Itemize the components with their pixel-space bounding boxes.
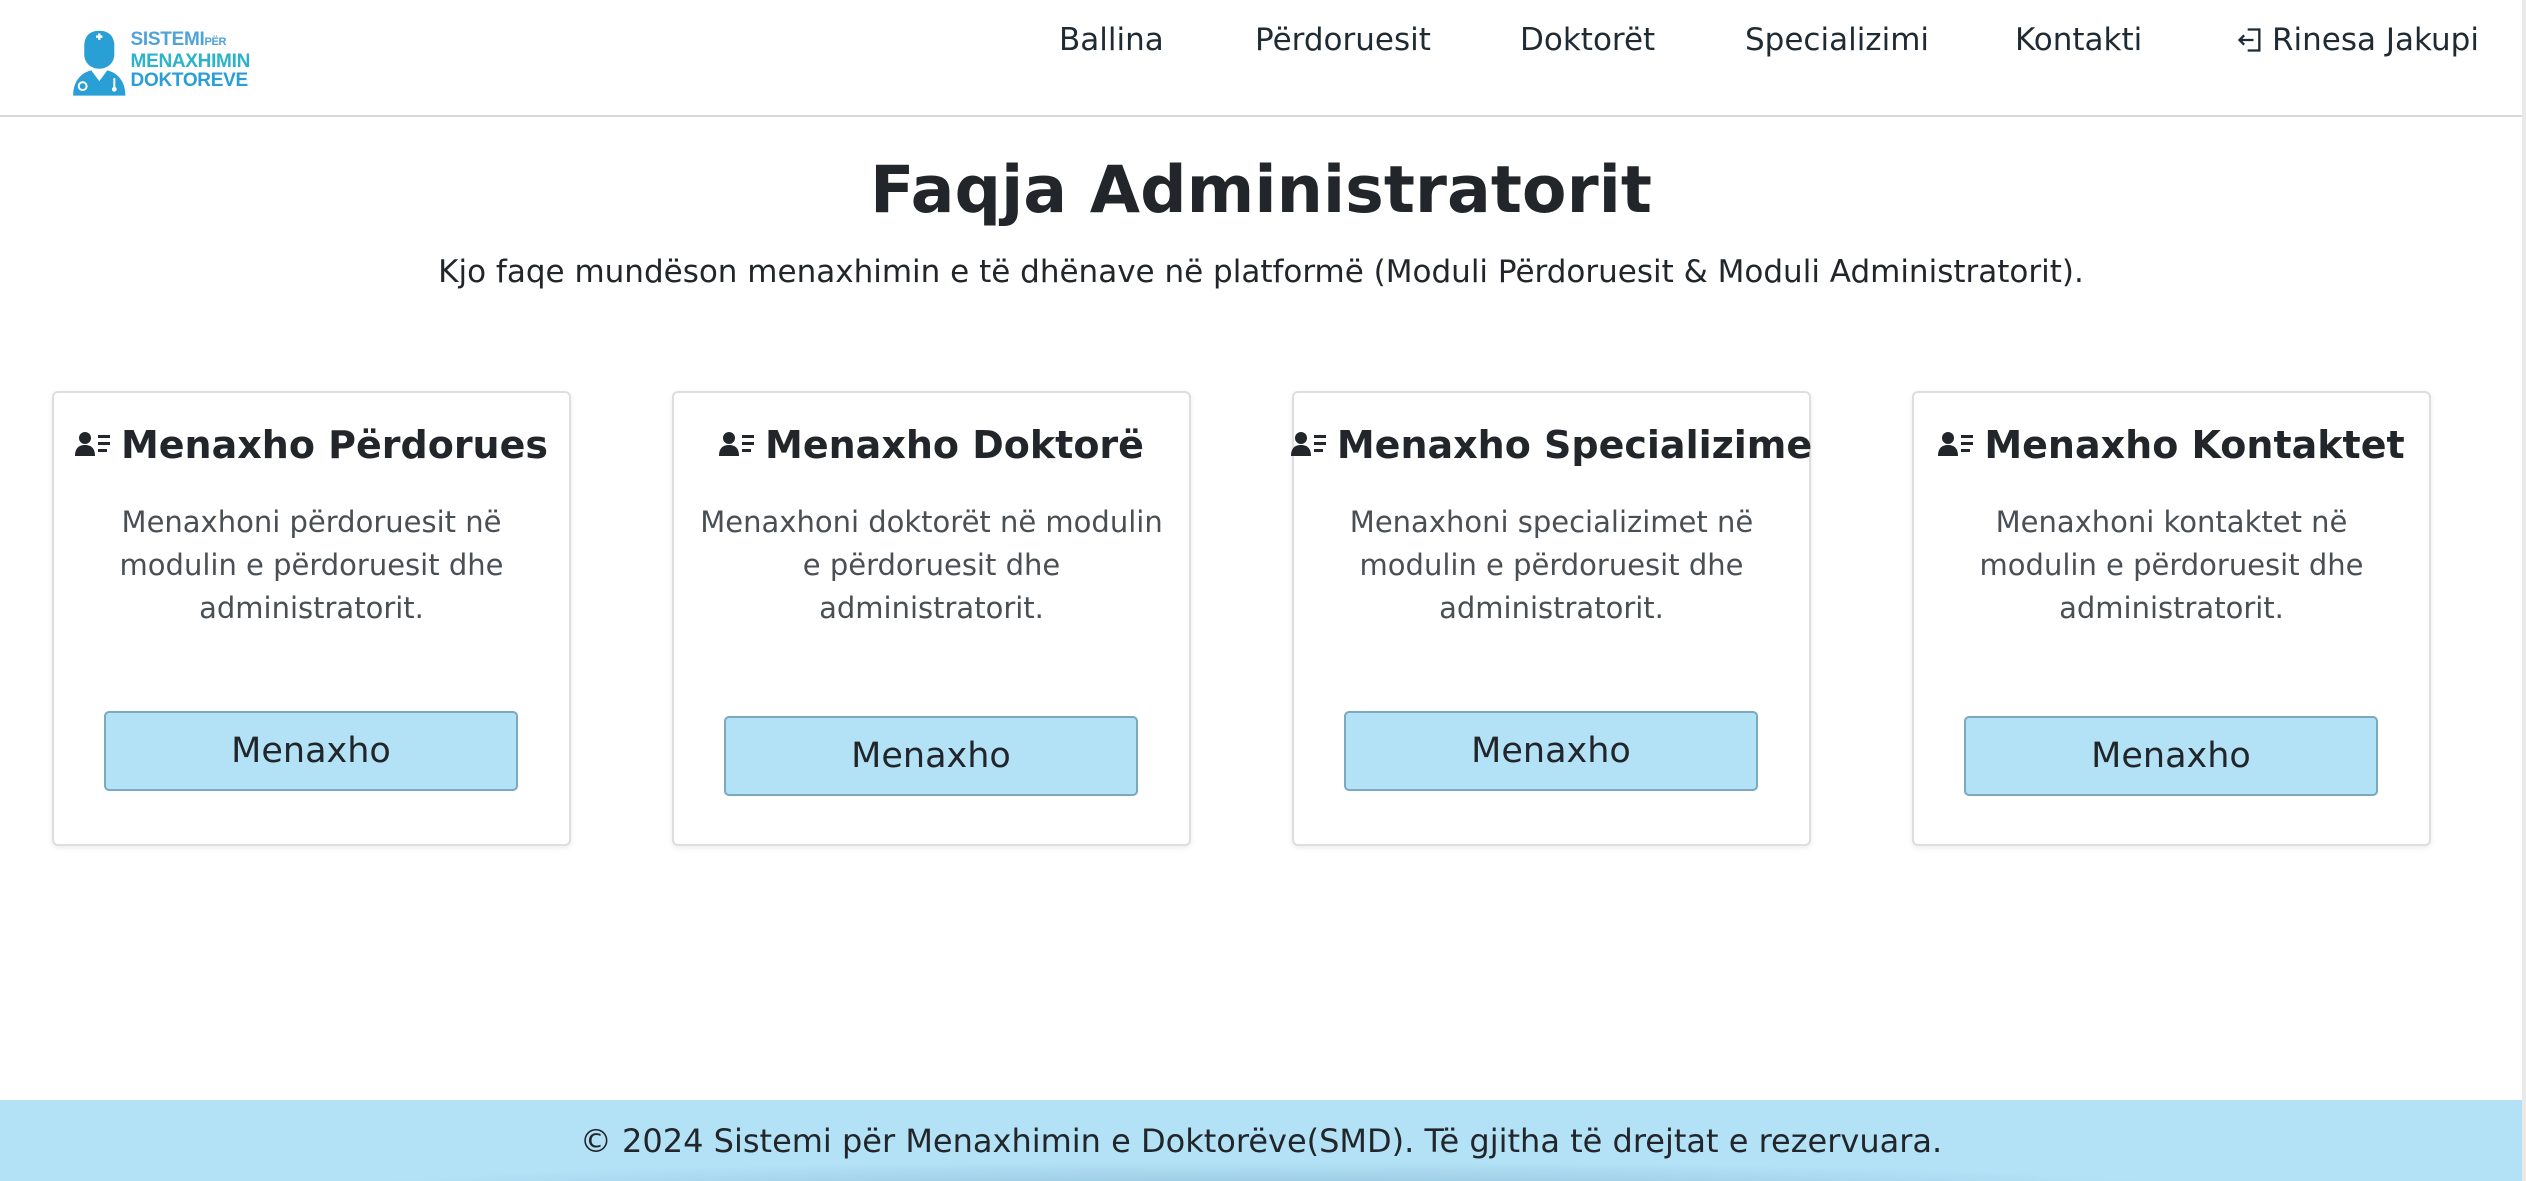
- page-title: Faqja Administratorit: [870, 153, 1652, 228]
- user-list-icon: [719, 430, 755, 460]
- card-description: Menaxhoni doktorët në modulin e përdorue…: [700, 505, 1163, 625]
- card-description: Menaxhoni përdoruesit në modulin e përdo…: [119, 505, 504, 625]
- card-manage-users: Menaxho Përdorues Menaxhoni përdoruesit …: [52, 391, 571, 846]
- footer-copyright: © 2024 Sistemi për Menaxhimin e Doktorëv…: [579, 1122, 1943, 1160]
- user-name: Rinesa Jakupi: [2272, 22, 2479, 58]
- card-title-text: Menaxho Përdorues: [120, 423, 549, 467]
- footer-shadow: [300, 1161, 2222, 1181]
- doctor-logo-icon: [73, 30, 126, 96]
- card-title: Menaxho Specializime: [1290, 423, 1813, 467]
- manage-doctors-button[interactable]: Menaxho: [724, 716, 1138, 796]
- footer: © 2024 Sistemi për Menaxhimin e Doktorëv…: [0, 1100, 2522, 1181]
- nav-item-kontakti[interactable]: Kontakti: [2015, 22, 2142, 58]
- card-manage-doctors: Menaxho Doktorë Menaxhoni doktorët në mo…: [672, 391, 1191, 846]
- logo[interactable]: SISTEMIPËR MENAXHIMIN DOKTOREVE: [70, 15, 250, 105]
- nav-item-doktoret[interactable]: Doktorët: [1520, 22, 1655, 58]
- nav-item-ballina[interactable]: Ballina: [1059, 22, 1164, 58]
- card-title-text: Menaxho Kontaktet: [1984, 423, 2405, 467]
- card-description: Menaxhoni specializimet në modulin e për…: [1349, 505, 1754, 625]
- card-title-text: Menaxho Specializime: [1336, 423, 1813, 467]
- nav-user-logout[interactable]: Rinesa Jakupi: [2236, 22, 2479, 58]
- nav-item-perdoruesit[interactable]: Përdoruesit: [1255, 22, 1431, 58]
- manage-specializations-button[interactable]: Menaxho: [1344, 711, 1758, 791]
- manage-contacts-button[interactable]: Menaxho: [1964, 716, 2378, 796]
- card-title: Menaxho Përdorues: [54, 423, 569, 467]
- user-list-icon: [1290, 430, 1327, 460]
- card-manage-contacts: Menaxho Kontaktet Menaxhoni kontaktet në…: [1912, 391, 2431, 846]
- card-title: Menaxho Doktorë: [674, 423, 1189, 467]
- logo-line3: DOKTOREVE: [130, 70, 249, 91]
- admin-page: SISTEMIPËR MENAXHIMIN DOKTOREVE Ballina …: [0, 0, 2526, 1181]
- card-title: Menaxho Kontaktet: [1914, 423, 2429, 467]
- page-subtitle: Kjo faqe mundëson menaxhimin e të dhënav…: [438, 254, 2084, 290]
- logo-text: SISTEMIPËR MENAXHIMIN DOKTOREVE: [130, 29, 251, 91]
- nav-item-specializimi[interactable]: Specializimi: [1745, 22, 1929, 58]
- page-edge: [2522, 0, 2526, 1181]
- user-list-icon: [74, 430, 111, 460]
- card-description: Menaxhoni kontaktet në modulin e përdoru…: [1979, 505, 2364, 625]
- logo-line1: SISTEMI: [130, 29, 205, 50]
- card-title-text: Menaxho Doktorë: [765, 423, 1144, 467]
- navbar: SISTEMIPËR MENAXHIMIN DOKTOREVE Ballina …: [0, 0, 2522, 117]
- card-manage-specializations: Menaxho Specializime Menaxhoni specializ…: [1290, 391, 1813, 846]
- logo-line1-small: PËR: [204, 36, 227, 48]
- manage-users-button[interactable]: Menaxho: [104, 711, 518, 791]
- user-list-icon: [1938, 430, 1974, 460]
- logo-line2: MENAXHIMIN: [130, 51, 251, 72]
- logout-icon: [2237, 28, 2261, 52]
